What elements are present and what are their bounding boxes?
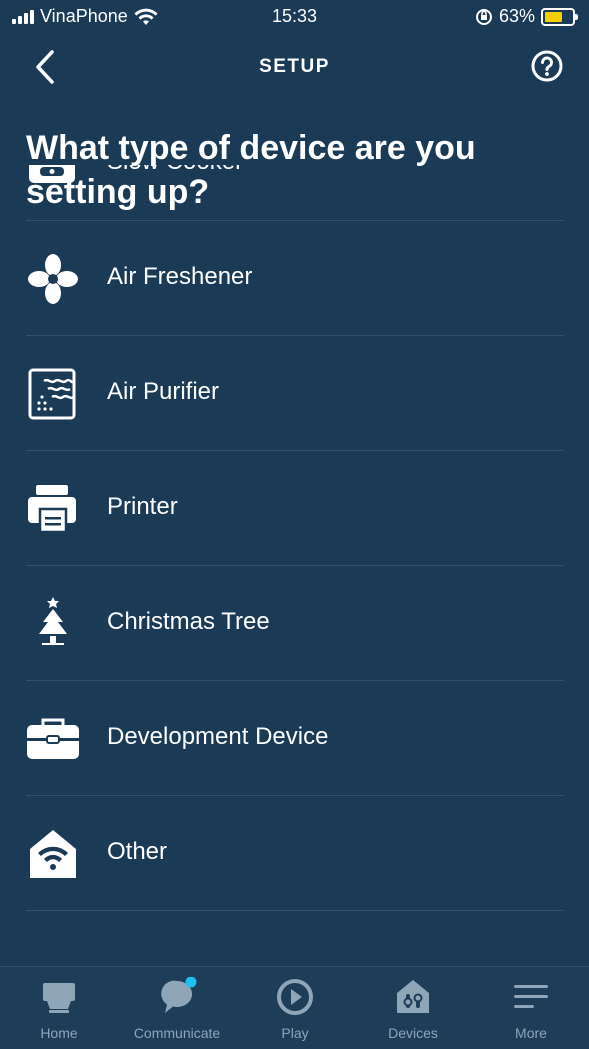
list-item-label: Development Device xyxy=(107,723,329,750)
list-item-label: Air Purifier xyxy=(107,378,220,405)
chat-icon xyxy=(161,977,197,1013)
list-item-label: Printer xyxy=(107,493,178,520)
tab-label: Devices xyxy=(388,1025,438,1041)
menu-icon xyxy=(514,985,548,1008)
tab-home[interactable]: Home xyxy=(0,967,118,1049)
tab-label: Home xyxy=(40,1025,78,1041)
top-bar: SETUP xyxy=(0,40,589,94)
tab-label: Play xyxy=(281,1025,309,1041)
list-item-christmas-tree[interactable]: Christmas Tree xyxy=(26,565,564,681)
tab-devices[interactable]: Devices xyxy=(354,967,472,1049)
list-item-air-freshener[interactable]: Air Freshener xyxy=(26,220,564,336)
device-type-list: Slow Cooker Air Freshener Air Purifier P… xyxy=(0,165,589,965)
tab-communicate[interactable]: Communicate xyxy=(118,967,236,1049)
list-item-label: Christmas Tree xyxy=(107,608,270,635)
battery-percent: 63% xyxy=(498,6,535,26)
toolbox-icon xyxy=(27,718,79,759)
bottom-nav: Home Communicate Play Devices More xyxy=(0,966,589,1049)
list-item-label: Other xyxy=(107,838,168,865)
list-item-printer[interactable]: Printer xyxy=(26,450,564,566)
status-bar: VinaPhone 15:33 63% xyxy=(0,0,589,32)
fan-icon xyxy=(28,254,78,304)
devices-icon xyxy=(397,980,429,1013)
play-icon xyxy=(277,979,313,1015)
page-title: SETUP xyxy=(259,56,330,77)
tab-label: Communicate xyxy=(133,1025,221,1041)
list-item-label: Air Freshener xyxy=(107,263,253,290)
home-icon xyxy=(43,983,75,1013)
battery-icon xyxy=(541,7,578,26)
air-purifier-icon xyxy=(28,368,76,420)
list-item-air-purifier[interactable]: Air Purifier xyxy=(26,335,564,451)
list-item-other[interactable]: Other xyxy=(26,795,564,911)
list-item-development-device[interactable]: Development Device xyxy=(26,680,564,796)
tab-more[interactable]: More xyxy=(472,967,589,1049)
page-heading: What type of device are you setting up? xyxy=(26,129,476,211)
tab-label: More xyxy=(515,1025,547,1041)
christmas-tree-icon xyxy=(39,597,67,645)
status-right: 63% xyxy=(475,6,578,27)
printer-icon xyxy=(28,485,76,534)
home-wifi-icon xyxy=(30,830,76,878)
tab-play[interactable]: Play xyxy=(236,967,354,1049)
orientation-lock-icon xyxy=(475,8,492,25)
help-icon[interactable] xyxy=(531,50,563,82)
